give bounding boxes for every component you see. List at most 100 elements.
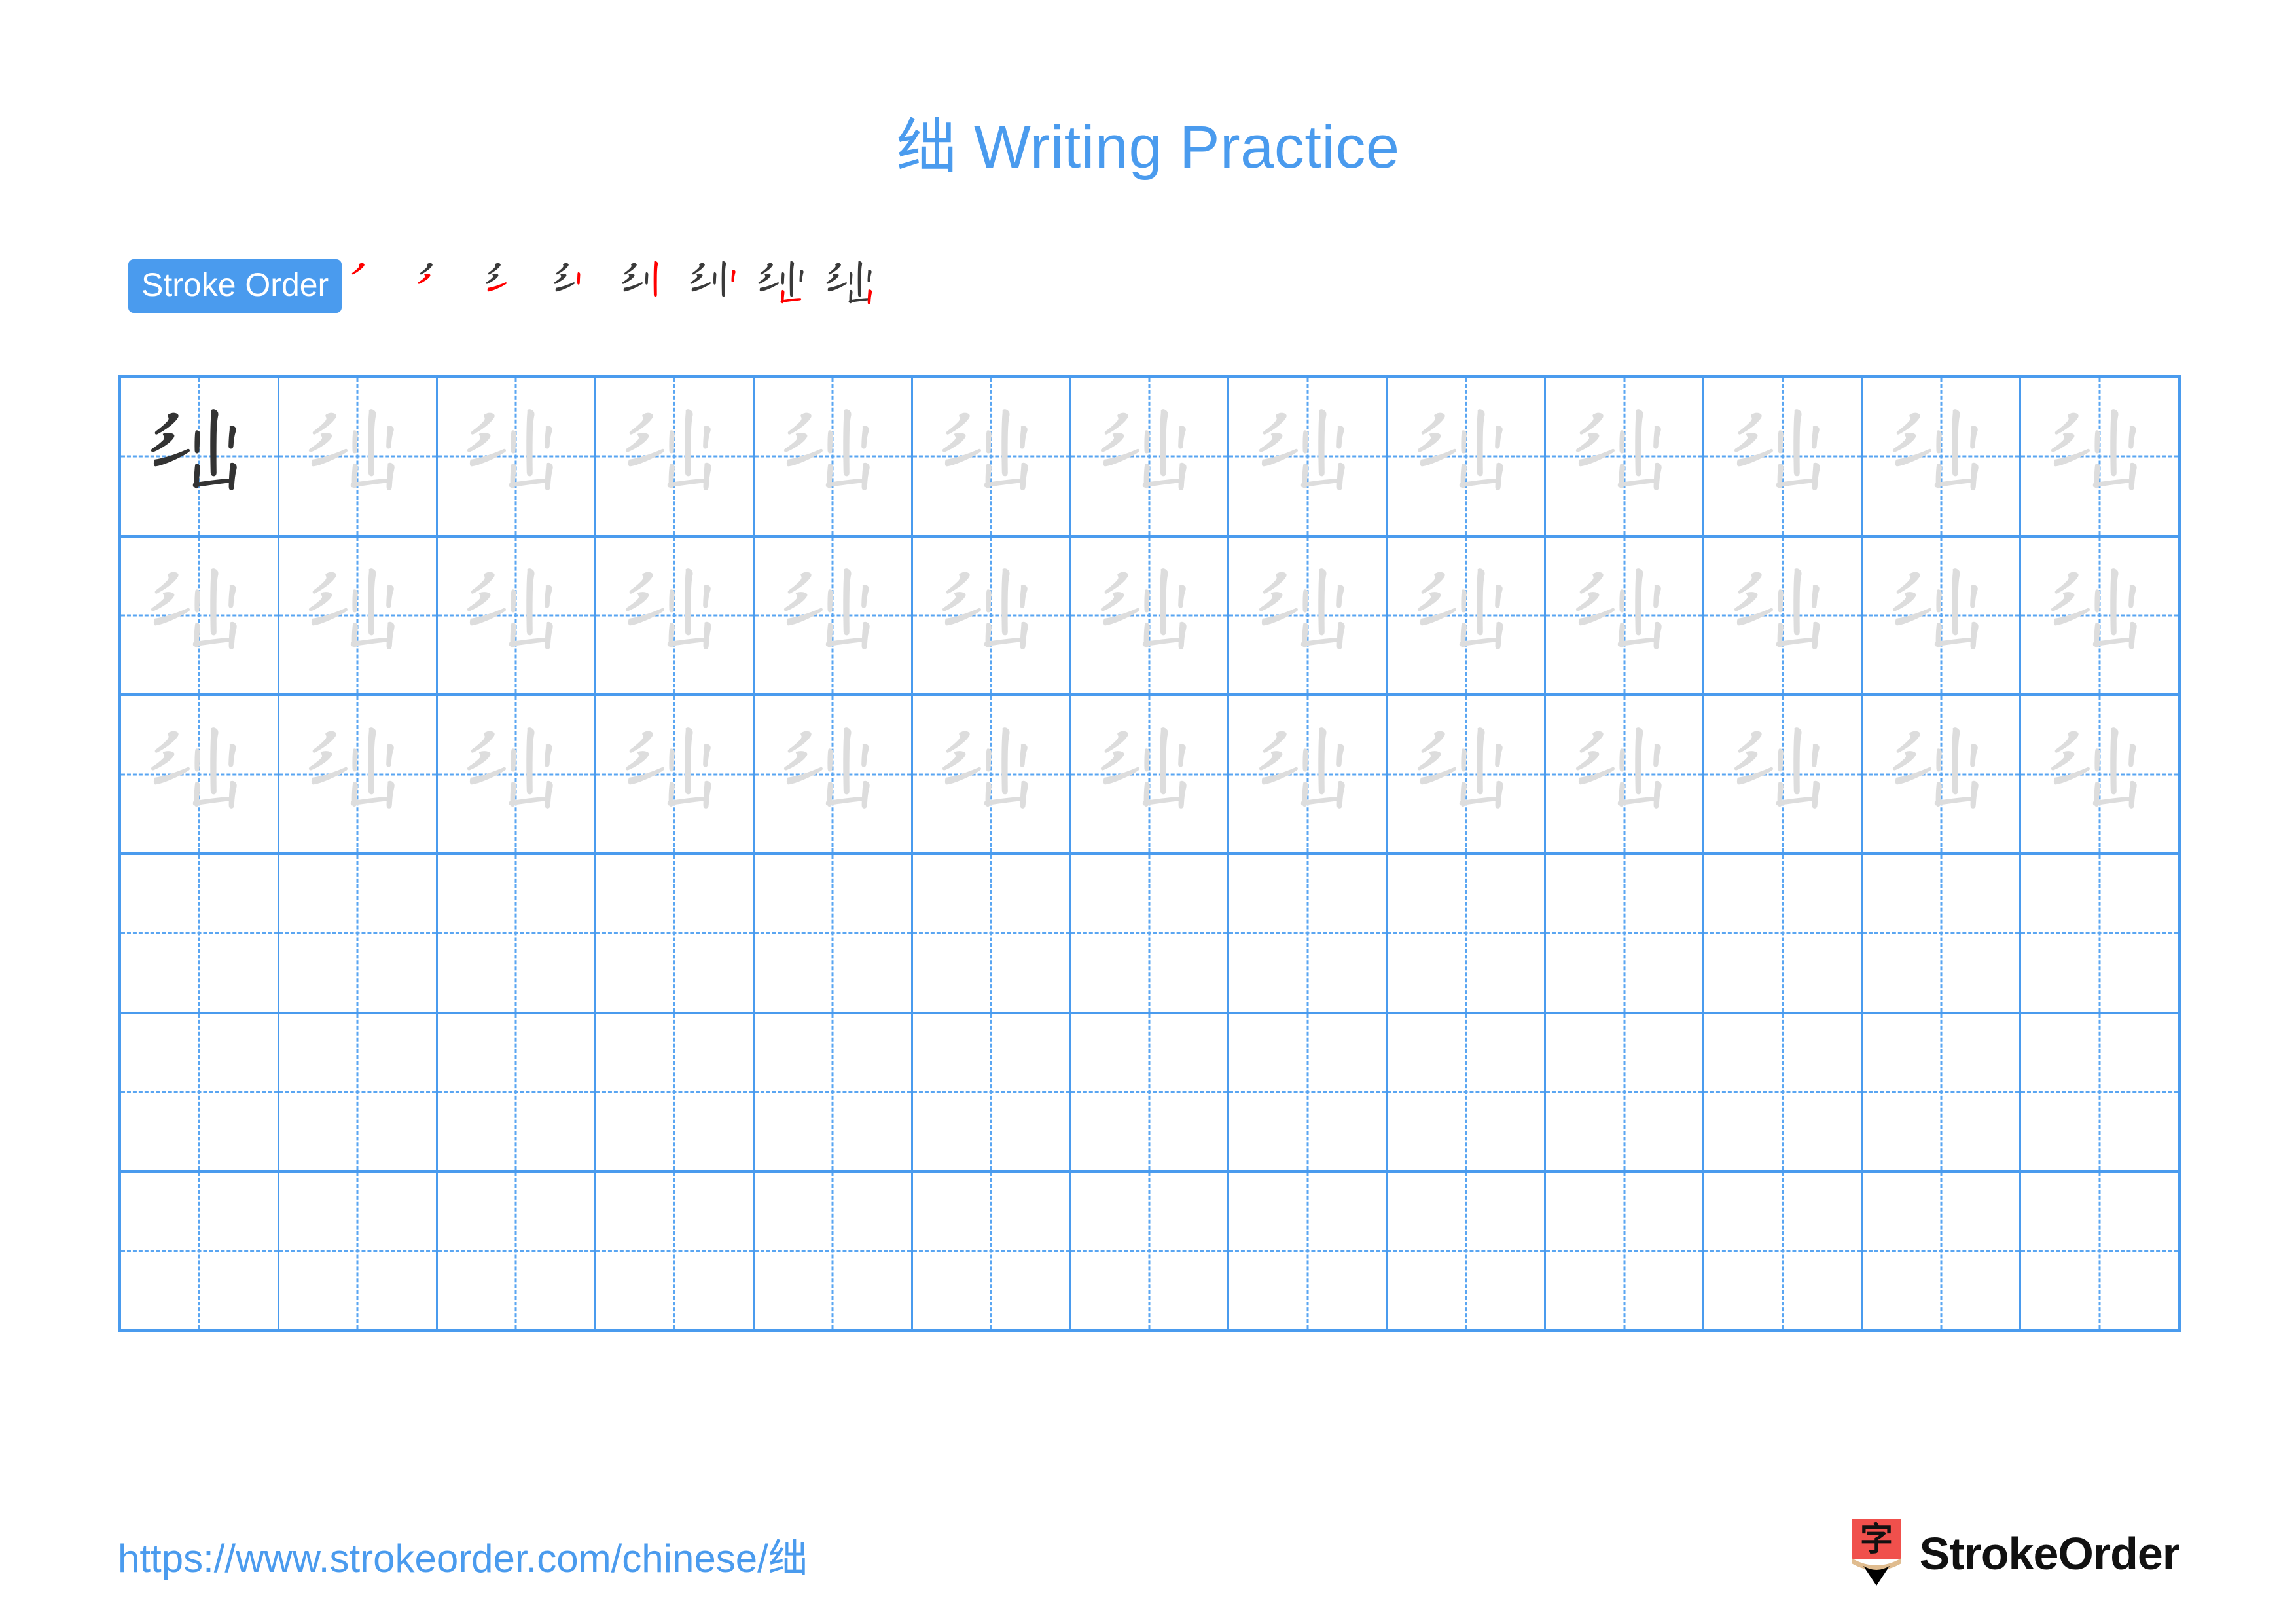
stroke-3 — [153, 449, 190, 467]
practice-cell-r6-c2[interactable] — [279, 1173, 438, 1330]
practice-cell-r2-c10[interactable] — [1546, 537, 1705, 694]
practice-cell-r6-c11[interactable] — [1704, 1173, 1863, 1330]
practice-cell-r3-c3[interactable] — [437, 696, 596, 853]
stroke-4 — [1302, 430, 1308, 454]
stroke-4 — [352, 589, 359, 613]
practice-cell-r3-c10[interactable] — [1546, 696, 1705, 853]
practice-cell-r6-c10[interactable] — [1546, 1173, 1705, 1330]
practice-cell-r1-c13[interactable] — [2021, 378, 2178, 535]
practice-cell-r2-c9[interactable] — [1388, 537, 1547, 694]
practice-cell-r5-c1[interactable] — [121, 1013, 279, 1171]
practice-cell-r6-c7[interactable] — [1071, 1173, 1230, 1330]
practice-cell-r4-c8[interactable] — [1229, 855, 1388, 1012]
practice-cell-r1-c3[interactable] — [437, 378, 596, 535]
stroke-1 — [313, 413, 337, 435]
practice-cell-r4-c9[interactable] — [1388, 855, 1547, 1012]
horizontal-guide-line — [2021, 932, 2178, 934]
practice-cell-r1-c9[interactable] — [1388, 378, 1547, 535]
practice-cell-r3-c9[interactable] — [1388, 696, 1547, 853]
practice-cell-r1-c1[interactable] — [121, 378, 279, 535]
stroke-4 — [1302, 748, 1308, 772]
practice-cell-r4-c6[interactable] — [912, 855, 1071, 1012]
practice-cell-r2-c13[interactable] — [2021, 537, 2178, 694]
practice-cell-r5-c11[interactable] — [1704, 1013, 1863, 1171]
practice-cell-r4-c4[interactable] — [596, 855, 755, 1012]
practice-cell-r5-c4[interactable] — [596, 1013, 755, 1171]
practice-cell-r4-c13[interactable] — [2021, 855, 2178, 1012]
character-glyph — [1417, 727, 1503, 809]
practice-cell-r3-c13[interactable] — [2021, 696, 2178, 853]
stroke-3 — [470, 608, 507, 626]
horizontal-guide-line — [121, 932, 278, 934]
practice-cell-r3-c6[interactable] — [912, 696, 1071, 853]
stroke-4 — [194, 748, 200, 772]
practice-cell-r2-c4[interactable] — [596, 537, 755, 694]
practice-cell-r3-c4[interactable] — [596, 696, 755, 853]
practice-cell-r6-c8[interactable] — [1229, 1173, 1388, 1330]
practice-cell-r6-c5[interactable] — [754, 1173, 913, 1330]
practice-cell-r2-c3[interactable] — [437, 537, 596, 694]
practice-cell-r4-c11[interactable] — [1704, 855, 1863, 1012]
stroke-5 — [209, 568, 219, 636]
stroke-4 — [986, 748, 992, 772]
footer-url[interactable]: https://www.strokeorder.com/chinese/绌 — [118, 1527, 808, 1584]
practice-cell-r4-c7[interactable] — [1071, 855, 1230, 1012]
practice-cell-r4-c1[interactable] — [121, 855, 279, 1012]
practice-cell-r1-c2[interactable] — [279, 378, 438, 535]
practice-cell-r5-c7[interactable] — [1071, 1013, 1230, 1171]
practice-cell-r4-c12[interactable] — [1863, 855, 2022, 1012]
practice-cell-r4-c2[interactable] — [279, 855, 438, 1012]
practice-cell-r1-c12[interactable] — [1863, 378, 2022, 535]
practice-cell-r5-c2[interactable] — [279, 1013, 438, 1171]
practice-cell-r1-c5[interactable] — [754, 378, 913, 535]
practice-cell-r1-c10[interactable] — [1546, 378, 1705, 535]
stroke-4 — [2094, 589, 2100, 613]
stroke-5 — [1951, 727, 1960, 795]
stroke-2 — [309, 433, 332, 452]
practice-cell-r5-c12[interactable] — [1863, 1013, 2022, 1171]
practice-cell-r6-c4[interactable] — [596, 1173, 755, 1330]
practice-cell-r3-c2[interactable] — [279, 696, 438, 853]
practice-cell-r2-c1[interactable] — [121, 537, 279, 694]
practice-cell-r5-c6[interactable] — [912, 1013, 1071, 1171]
practice-cell-r1-c11[interactable] — [1704, 378, 1863, 535]
practice-cell-r6-c6[interactable] — [912, 1173, 1071, 1330]
practice-cell-r2-c6[interactable] — [912, 537, 1071, 694]
practice-cell-r5-c13[interactable] — [2021, 1013, 2178, 1171]
practice-cell-r2-c2[interactable] — [279, 537, 438, 694]
stroke-5 — [1635, 409, 1643, 477]
practice-cell-r5-c9[interactable] — [1388, 1013, 1547, 1171]
practice-cell-r6-c9[interactable] — [1388, 1173, 1547, 1330]
practice-cell-r5-c3[interactable] — [437, 1013, 596, 1171]
practice-cell-r3-c1[interactable] — [121, 696, 279, 853]
practice-cell-r2-c5[interactable] — [754, 537, 913, 694]
practice-cell-r1-c8[interactable] — [1229, 378, 1388, 535]
practice-cell-r2-c12[interactable] — [1863, 537, 2022, 694]
practice-cell-r4-c5[interactable] — [754, 855, 913, 1012]
practice-cell-r3-c7[interactable] — [1071, 696, 1230, 853]
practice-cell-r6-c13[interactable] — [2021, 1173, 2178, 1330]
stroke-5 — [1160, 727, 1168, 795]
stroke-5 — [685, 409, 693, 477]
practice-cell-r4-c10[interactable] — [1546, 855, 1705, 1012]
practice-cell-r3-c5[interactable] — [754, 696, 913, 853]
traced-character — [755, 378, 911, 535]
practice-cell-r1-c6[interactable] — [912, 378, 1071, 535]
practice-cell-r1-c4[interactable] — [596, 378, 755, 535]
practice-cell-r6-c3[interactable] — [437, 1173, 596, 1330]
stroke-5 — [1318, 568, 1327, 636]
practice-cell-r5-c8[interactable] — [1229, 1013, 1388, 1171]
practice-cell-r3-c8[interactable] — [1229, 696, 1388, 853]
practice-cell-r1-c7[interactable] — [1071, 378, 1230, 535]
practice-cell-r4-c3[interactable] — [437, 855, 596, 1012]
practice-cell-r5-c10[interactable] — [1546, 1013, 1705, 1171]
practice-cell-r6-c12[interactable] — [1863, 1173, 2022, 1330]
practice-cell-r6-c1[interactable] — [121, 1173, 279, 1330]
practice-cell-r5-c5[interactable] — [754, 1013, 913, 1171]
practice-cell-r2-c7[interactable] — [1071, 537, 1230, 694]
practice-cell-r2-c8[interactable] — [1229, 537, 1388, 694]
practice-cell-r3-c12[interactable] — [1863, 696, 2022, 853]
traced-character — [913, 696, 1069, 852]
practice-cell-r3-c11[interactable] — [1704, 696, 1863, 853]
practice-cell-r2-c11[interactable] — [1704, 537, 1863, 694]
